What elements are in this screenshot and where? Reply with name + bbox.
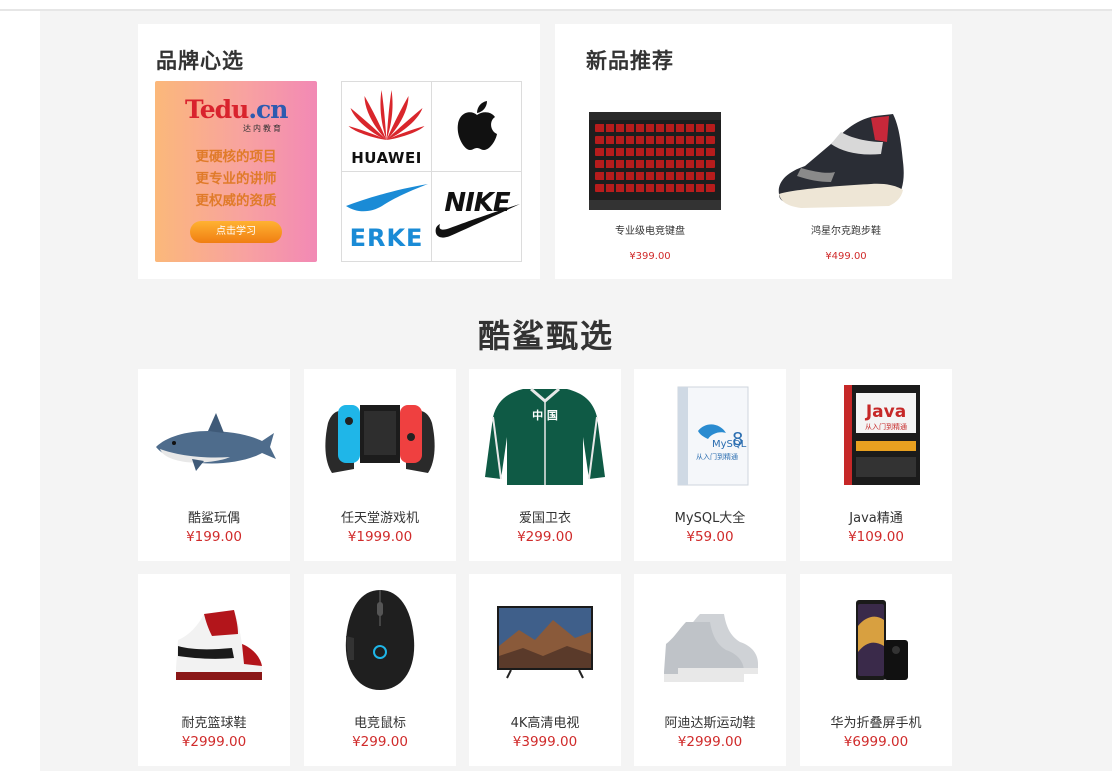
product-price: ¥109.00 (848, 529, 904, 545)
product-name: 电竞鼠标 (353, 716, 406, 731)
promo-line: 更专业的讲师 (195, 171, 277, 187)
product-name: 阿迪达斯运动鞋 (664, 716, 756, 731)
brand-nike[interactable]: NIKE (432, 172, 522, 262)
new-arrivals-panel: 新品推荐 专业级电竞键盘 ¥399.00 鸿星尔克跑步鞋 ¥499.00 (555, 24, 952, 279)
product-card[interactable]: 耐克篮球鞋 ¥2999.00 (138, 574, 290, 766)
mysql-book-image: MySQL 8 从入门到精通 (677, 386, 749, 486)
basketball-shoe-image (176, 610, 262, 680)
product-card[interactable]: 中 国 爱国卫衣 ¥299.00 (469, 369, 621, 561)
product-name: 华为折叠屏手机 (830, 716, 922, 731)
brand-picks-title: 品牌心选 (156, 49, 244, 73)
product-card[interactable]: MySQL 8 从入门到精通 MySQL大全 ¥59.00 (634, 369, 786, 561)
keyboard-image (589, 112, 721, 210)
svg-text:8: 8 (732, 429, 743, 450)
product-card[interactable]: Java 从入门到精通 Java精通 ¥109.00 (800, 369, 952, 561)
start-learning-button[interactable]: 点击学习 (190, 221, 282, 243)
tv-image (497, 606, 593, 679)
svg-text:Java: Java (865, 402, 906, 422)
brand-huawei[interactable]: HUAWEI (342, 82, 432, 172)
new-item-price: ¥399.00 (629, 251, 671, 262)
product-name: MySQL大全 (674, 511, 746, 526)
product-price: ¥3999.00 (512, 734, 578, 750)
product-price: ¥299.00 (517, 529, 573, 545)
product-name: 耐克篮球鞋 (181, 716, 247, 731)
promo-line: 更硬核的项目 (195, 149, 277, 165)
product-price: ¥2999.00 (181, 734, 247, 750)
erke-wordmark: ERKE (349, 224, 424, 252)
erke-swoosh-icon (346, 184, 428, 212)
svg-text:从入门到精通: 从入门到精通 (696, 452, 738, 461)
svg-text:从入门到精通: 从入门到精通 (865, 422, 907, 431)
foldable-phone-image (856, 600, 908, 680)
adidas-sneakers-image (664, 614, 758, 682)
product-name: 爱国卫衣 (518, 511, 571, 526)
product-card[interactable]: 任天堂游戏机 ¥1999.00 (304, 369, 456, 561)
product-name: 任天堂游戏机 (340, 511, 419, 526)
product-price: ¥59.00 (686, 529, 734, 545)
sneaker-image (778, 114, 904, 208)
product-card[interactable]: 4K高清电视 ¥3999.00 (469, 574, 621, 766)
page-content: 品牌心选 Tedu.cn 达内教育 更硬核的项目 更专业的讲师 更权威的资质 点… (40, 11, 1112, 771)
brand-apple[interactable] (432, 82, 522, 172)
product-name: Java精通 (849, 511, 903, 526)
featured-section-title: 酷鲨甄选 (477, 317, 614, 355)
brand-logo-grid: HUAWEI ERKE NIKE (341, 81, 522, 262)
product-card[interactable]: 酷鲨玩偶 ¥199.00 (138, 369, 290, 561)
product-price: ¥6999.00 (843, 734, 909, 750)
tedu-logo: Tedu.cn (185, 95, 288, 124)
new-item-price: ¥499.00 (825, 251, 867, 262)
product-card[interactable]: 阿迪达斯运动鞋 ¥2999.00 (634, 574, 786, 766)
new-item-name: 鸿星尔克跑步鞋 (811, 226, 881, 237)
product-card[interactable]: 电竞鼠标 ¥299.00 (304, 574, 456, 766)
tedu-promo-banner[interactable]: Tedu.cn 达内教育 更硬核的项目 更专业的讲师 更权威的资质 点击学习 (155, 81, 317, 262)
promo-line: 更权威的资质 (195, 193, 277, 209)
product-card[interactable]: 华为折叠屏手机 ¥6999.00 (800, 574, 952, 766)
apple-logo-icon (457, 101, 497, 150)
shark-plush-image (156, 413, 276, 471)
huawei-logo-icon (348, 90, 425, 140)
product-price: ¥1999.00 (347, 529, 413, 545)
switch-console-image (325, 405, 435, 473)
new-item-running-shoe[interactable]: 鸿星尔克跑步鞋 ¥499.00 (751, 24, 941, 279)
product-price: ¥2999.00 (677, 734, 743, 750)
new-item-keyboard[interactable]: 专业级电竞键盘 ¥399.00 (555, 24, 745, 279)
new-item-name: 专业级电竞键盘 (615, 226, 685, 237)
product-price: ¥199.00 (186, 529, 242, 545)
gaming-mouse-image (345, 590, 415, 690)
jacket-image: 中 国 (485, 387, 605, 485)
svg-text:中 国: 中 国 (532, 408, 558, 422)
java-book-image: Java 从入门到精通 (844, 385, 920, 485)
brand-picks-panel: 品牌心选 Tedu.cn 达内教育 更硬核的项目 更专业的讲师 更权威的资质 点… (138, 24, 540, 279)
product-name: 酷鲨玩偶 (187, 511, 240, 526)
nike-swoosh-icon (435, 204, 520, 238)
product-name: 4K高清电视 (510, 716, 580, 731)
tedu-logo-subtitle: 达内教育 (243, 124, 283, 133)
brand-erke[interactable]: ERKE (342, 172, 432, 262)
product-price: ¥299.00 (352, 734, 408, 750)
huawei-wordmark: HUAWEI (351, 149, 422, 167)
